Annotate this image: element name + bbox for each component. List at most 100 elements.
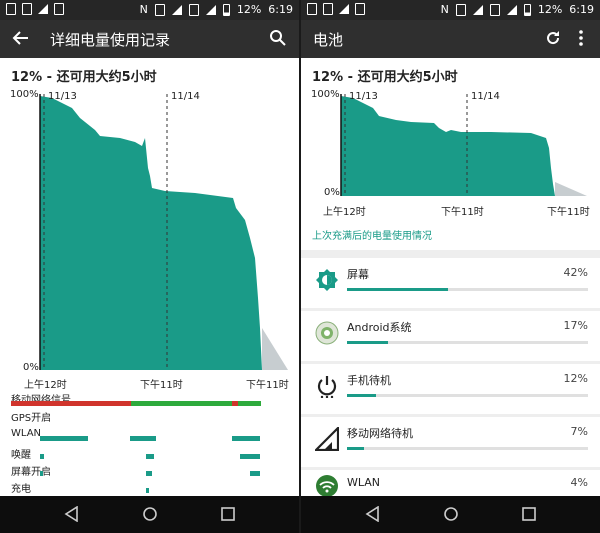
android-system-icon [315,321,339,345]
usage-bar-fill [347,288,449,291]
usage-percent: 12% [563,372,588,385]
usage-row-phone-idle[interactable]: 手机待机 12% [301,364,600,414]
nfc-icon: N [139,3,148,16]
mail-icon [355,3,365,15]
x-label-end: 下午11时 [246,380,289,391]
usage-row-screen[interactable]: 屏幕 42% [301,258,600,308]
app-bar: 电池 [301,20,600,58]
image-icon [22,3,32,15]
battery-percent: 12% [537,3,563,16]
mobile-signal-bar-red [11,401,131,406]
x-label-mid: 下午11时 [441,207,484,218]
date-label-11-14: 11/14 [471,91,500,102]
page-title: 详细电量使用记录 [50,31,171,49]
wlan-bar [40,436,88,441]
refresh-icon[interactable] [544,29,562,47]
wifi-icon [38,4,48,14]
signal-label-wake: 唤醒 [11,450,31,461]
nav-bar [0,496,299,533]
no-sim-icon [188,3,199,16]
wifi-icon [339,4,349,14]
usage-row-android-system[interactable]: Android系统 17% [301,311,600,361]
status-bar: N 12% 6:19 [301,0,600,20]
no-sim-icon [489,3,500,16]
status-bar: N 12% 6:19 [0,0,299,20]
usage-bar-fill [347,447,364,450]
battery-history-chart [39,94,288,370]
wifi-icon [316,475,338,497]
usage-bar-fill [347,394,376,397]
back-triangle-icon[interactable] [365,506,381,522]
battery-icon [222,3,230,16]
x-label-mid: 下午11时 [140,380,183,391]
home-circle-icon[interactable] [443,506,459,522]
usage-name: 手机待机 [347,374,391,387]
signal-label-wlan: WLAN [11,428,42,439]
clock: 6:19 [268,3,293,16]
usage-name: Android系统 [347,321,412,334]
nfc-icon: N [440,3,449,16]
notification-icon [307,3,317,15]
detailed-battery-history-screen: N 12% 6:19 详细电量使用记录 12% - 还可用大约5小时 100% … [0,0,299,533]
usage-row-wlan[interactable]: WLAN 4% [301,470,600,497]
since-full-charge-link[interactable]: 上次充满后的电量使用情况 [312,227,432,242]
screen-on-bar [250,471,260,476]
battery-area [341,96,555,196]
power-icon [317,376,337,398]
x-label-end: 下午11时 [547,207,590,218]
signal-label-screen-on: 屏幕开启 [11,467,51,478]
home-circle-icon[interactable] [142,506,158,522]
search-icon[interactable] [269,29,287,47]
back-triangle-icon[interactable] [64,506,80,522]
recents-square-icon[interactable] [521,506,537,522]
usage-bar [347,288,588,291]
cell-signal-icon [315,427,339,451]
recents-square-icon[interactable] [220,506,236,522]
usage-bar [347,447,588,450]
clock: 6:19 [569,3,594,16]
mail-icon [54,3,64,15]
y-top-label: 100% [311,89,340,100]
battery-history-card: 12% - 还可用大约5小时 100% 0% 11/13 11/14 上午12时… [0,58,299,496]
vibrate-icon [154,3,165,16]
x-label-start: 上午12时 [323,207,366,218]
date-label-11-13: 11/13 [349,91,378,102]
usage-percent: 7% [570,425,588,438]
usage-bar [347,394,588,397]
x-label-start: 上午12时 [24,380,67,391]
wake-bar [146,454,154,459]
brightness-icon [316,269,338,291]
y-bottom-label: 0% [324,187,340,198]
screen-on-bar [146,471,152,476]
usage-row-cell-standby[interactable]: 移动网络待机 7% [301,417,600,467]
screen-on-bar [40,471,43,476]
mobile-signal-bar-green [131,401,261,406]
usage-name: WLAN [347,476,381,489]
image-icon [323,3,333,15]
mobile-signal-bar-red-2 [232,401,238,406]
signal-label-gps: GPS开启 [11,413,52,424]
signal-icon [205,4,216,15]
battery-summary-chart [340,94,587,196]
vibrate-icon [455,3,466,16]
battery-projection [262,328,288,370]
usage-percent: 42% [563,266,588,279]
date-label-11-13: 11/13 [48,91,77,102]
battery-screen: N 12% 6:19 电池 12% - 还可用大约5小时 100% 0% 11/… [301,0,600,533]
signal-label-charging: 充电 [11,484,31,495]
arrow-back-icon[interactable] [12,29,30,47]
y-top-label: 100% [10,89,39,100]
battery-summary-card[interactable]: 12% - 还可用大约5小时 100% 0% 11/13 11/14 上午12时… [301,58,600,250]
usage-name: 移动网络待机 [347,427,413,440]
usage-percent: 4% [570,476,588,489]
nav-bar [301,496,600,533]
wlan-bar [130,436,156,441]
usage-bar [347,341,588,344]
usage-percent: 17% [563,319,588,332]
battery-area [40,96,262,370]
wlan-bar [232,436,260,441]
wake-bar [240,454,260,459]
charging-bar [146,488,149,493]
more-vert-icon[interactable] [572,29,590,47]
usage-bar-fill [347,341,388,344]
